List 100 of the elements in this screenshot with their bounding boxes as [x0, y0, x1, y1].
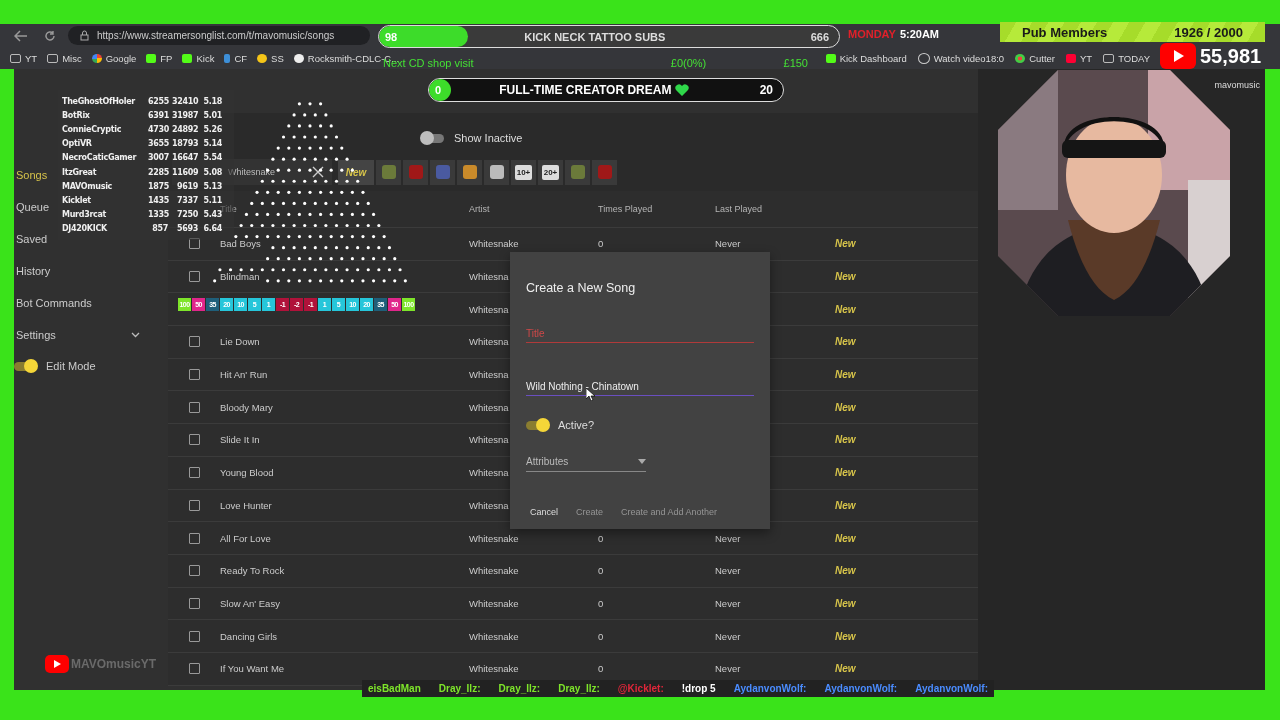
chat-message: Dray_Ilz:	[558, 683, 600, 694]
bookmark[interactable]: Kick Dashboard	[825, 52, 907, 64]
leaderboard-name: DJ420KICK	[62, 224, 108, 234]
members-label: Pub Members	[1022, 24, 1108, 40]
leaderboard-value: 7337	[175, 195, 198, 205]
chat-message: Dray_Ilz:	[438, 683, 481, 694]
chat-message: !drop 5	[681, 683, 716, 694]
bookmark[interactable]: Cutter	[1015, 52, 1055, 64]
new-tag: New	[835, 565, 856, 577]
table-cell: Whitesna	[469, 336, 509, 348]
chat-message: AydanvonWolf:	[915, 683, 988, 694]
column-header[interactable]: Times Played	[598, 204, 715, 214]
leaderboard-value: 5.18	[202, 96, 222, 106]
sidebar-item[interactable]: Queue	[16, 201, 50, 213]
bookmark[interactable]: TODAY	[1103, 52, 1150, 64]
leaderboard-value: 1335	[148, 210, 168, 220]
table-cell: Whitesna	[469, 467, 509, 479]
table-cell: All For Love	[220, 532, 271, 544]
shop-goal-target: £150	[783, 57, 808, 69]
new-tag: New	[835, 467, 856, 479]
filter-chip[interactable]: New	[338, 159, 374, 185]
new-tag: New	[835, 369, 856, 381]
new-tag: New	[835, 336, 856, 348]
leaderboard-value: 24892	[172, 124, 198, 134]
goal-target: 20	[759, 83, 774, 97]
chat-message: AydanvonWolf:	[733, 683, 807, 694]
goal-target: 666	[810, 30, 830, 43]
bookmark[interactable]: YT	[10, 52, 38, 64]
table-cell: 0	[598, 630, 604, 642]
dialog-title: Create a New Song	[526, 280, 637, 297]
table-cell: Never	[715, 630, 741, 642]
new-tag: New	[835, 303, 856, 315]
bookmark[interactable]: Google	[91, 52, 137, 64]
table-cell: Slow An' Easy	[220, 597, 280, 609]
leaderboard-name: MAVOmusic	[62, 181, 114, 191]
filter-chip[interactable]: 10+	[511, 159, 536, 185]
bookmark[interactable]: YT	[1066, 52, 1093, 64]
sidebar-item[interactable]: Settings	[16, 329, 56, 341]
sidebar-item[interactable]: Saved	[16, 233, 48, 245]
table-cell: Never	[715, 663, 741, 675]
shop-goal-amount: £0(0%)	[670, 57, 707, 69]
new-tag: New	[835, 238, 856, 250]
leaderboard-name: Murd3rcat	[62, 210, 108, 220]
new-tag: New	[835, 597, 856, 609]
table-cell: Whitesnake	[469, 630, 519, 642]
address-bar[interactable]: https://www.streamersonglist.com/t/mavomusic/songs	[68, 26, 370, 45]
filter-chip[interactable]: 20+	[538, 159, 563, 185]
table-cell: 0	[598, 532, 604, 544]
new-tag: New	[835, 271, 856, 283]
leaderboard-name: Kicklet	[62, 195, 92, 205]
dialog-button[interactable]: Cancel	[524, 503, 564, 521]
leaderboard-name: TheGhostOfHoler	[62, 96, 137, 106]
sidebar-item[interactable]: Songs	[16, 169, 48, 181]
title-field[interactable]: Title	[526, 322, 754, 343]
leaderboard-value: 31987	[172, 110, 198, 120]
bookmark[interactable]: FP	[146, 52, 173, 64]
bookmark[interactable]: SS	[257, 52, 284, 64]
clock-time: 5:20AM	[899, 28, 939, 40]
show-inactive-label: Show Inactive	[454, 132, 523, 144]
leaderboard-value: 5.14	[202, 139, 222, 149]
table-cell: 0	[598, 663, 604, 675]
channel-name: MAVOmusicYT	[71, 657, 157, 671]
leaderboard-value: 6255	[148, 96, 168, 106]
sidebar-item[interactable]: Bot Commands	[16, 297, 92, 309]
column-header[interactable]: Artist	[469, 204, 598, 214]
bookmark[interactable]: Misc	[47, 52, 82, 64]
table-cell: Bloody Mary	[220, 401, 273, 413]
bookmark[interactable]: Kick	[182, 52, 215, 64]
leaderboard-value: 7250	[175, 210, 198, 220]
table-cell: If You Want Me	[220, 663, 285, 675]
table-cell: Slide It In	[220, 434, 260, 446]
channel-label: mavomusic	[1214, 80, 1260, 90]
new-tag: New	[835, 401, 856, 413]
table-cell: 0	[598, 238, 604, 250]
attributes-dropdown[interactable]: Attributes	[526, 452, 646, 472]
artist-field[interactable]: Wild Nothing - Chinatown	[526, 375, 754, 396]
table-cell: Whitesna	[469, 369, 509, 381]
table-cell: Ready To Rock	[220, 565, 285, 577]
table-cell: Lie Down	[220, 336, 260, 348]
table-cell: Whitesnake	[469, 532, 519, 544]
chat-message: Dray_Ilz:	[498, 683, 541, 694]
leaderboard-value: 5.26	[202, 124, 222, 134]
bookmark[interactable]: CF	[224, 52, 248, 64]
table-cell: Love Hunter	[220, 499, 272, 511]
leaderboard-value: 1875	[148, 181, 168, 191]
new-tag: New	[835, 630, 856, 642]
table-cell: Young Blood	[220, 467, 274, 479]
leaderboard-value: 11609	[172, 167, 198, 177]
column-header[interactable]: Last Played	[715, 204, 835, 214]
active-label: Active?	[558, 419, 595, 431]
leaderboard-value: 1435	[148, 195, 168, 205]
leaderboard-value: 2285	[148, 167, 168, 177]
leaderboard-value: 18793	[172, 139, 198, 149]
sidebar-item[interactable]: History	[16, 265, 51, 277]
chat-message: AydanvonWolf:	[824, 683, 898, 694]
leaderboard-value: 5693	[175, 224, 198, 234]
leaderboard-value: 5.11	[202, 195, 222, 205]
bookmark[interactable]: Watch video18:0	[917, 52, 1005, 64]
table-cell: Whitesna	[469, 401, 509, 413]
leaderboard-value: 3655	[148, 139, 168, 149]
